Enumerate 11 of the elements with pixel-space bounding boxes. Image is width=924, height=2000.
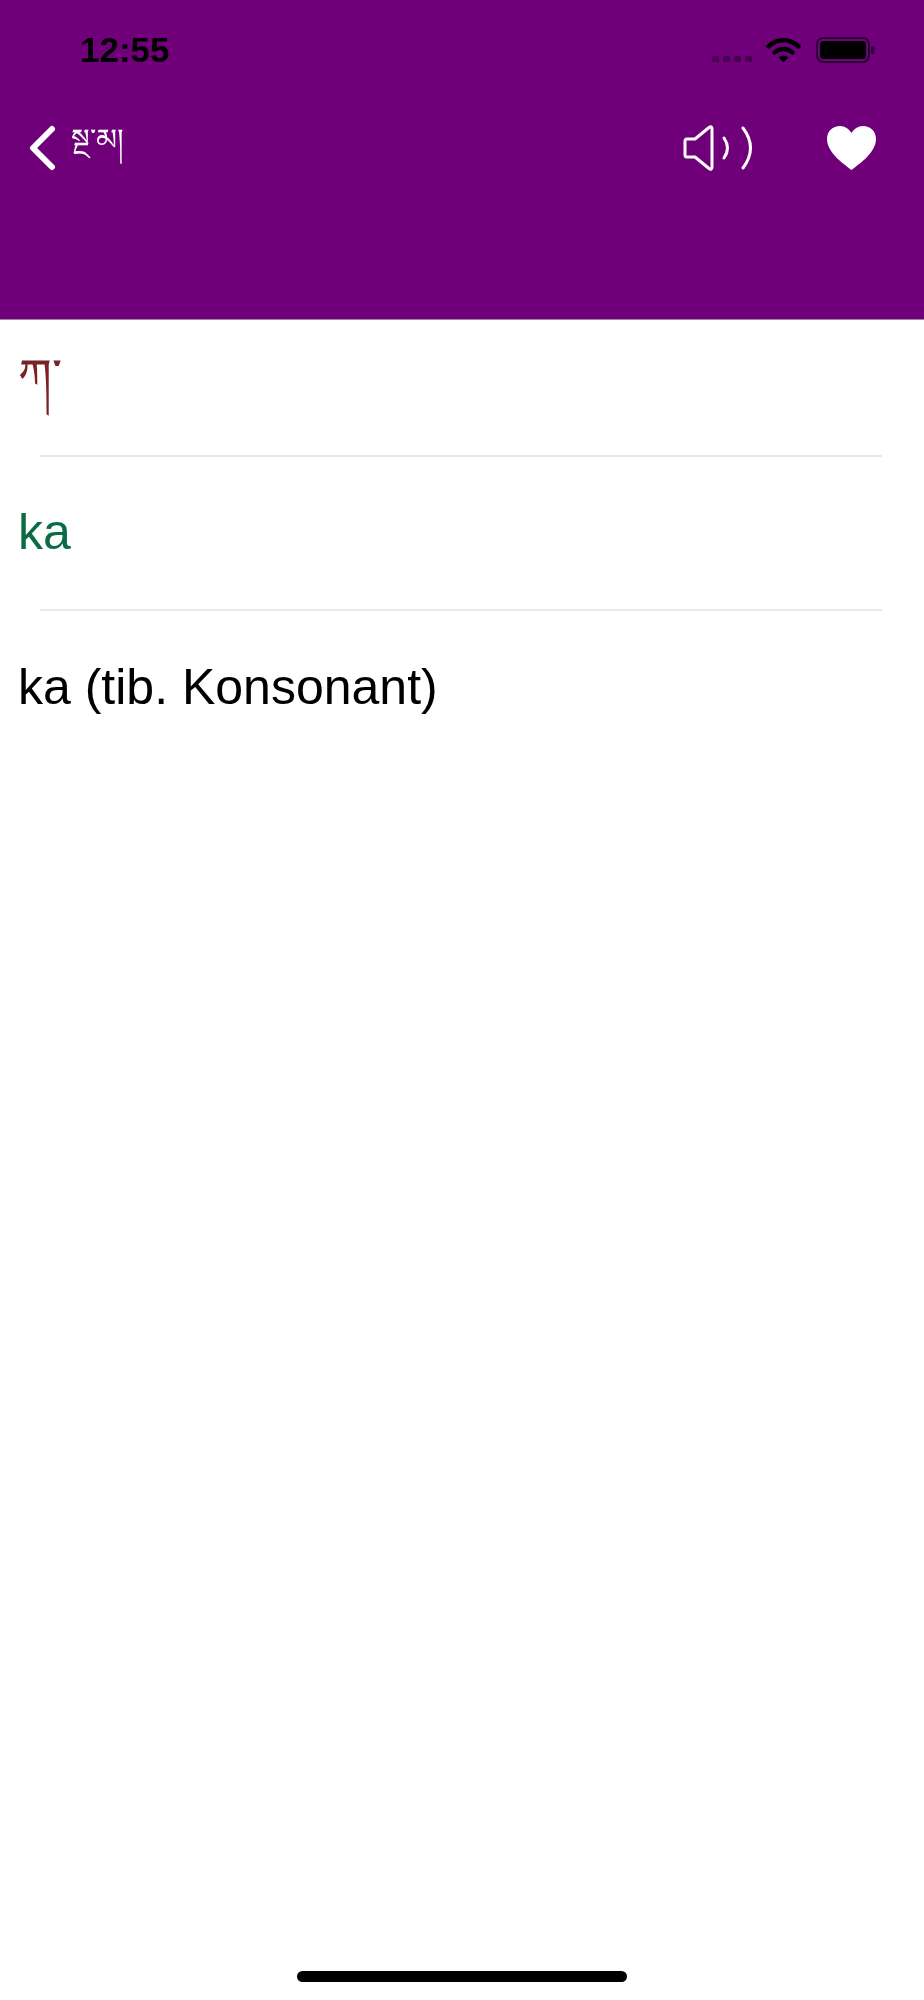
status-time: 12:55 [80,30,170,70]
speaker-icon[interactable] [683,125,753,171]
transliteration-text: ka [18,504,71,562]
back-button[interactable]: སྔ་མ། [28,106,124,190]
translation-text: ka (tib. Konsonant) [18,659,438,717]
heart-icon[interactable] [827,126,876,170]
signal-dots-icon [712,56,753,62]
tibetan-term: ཀ་ [18,335,62,418]
wifi-icon [766,37,801,63]
battery-icon [816,37,875,63]
chevron-left-icon [28,125,56,171]
